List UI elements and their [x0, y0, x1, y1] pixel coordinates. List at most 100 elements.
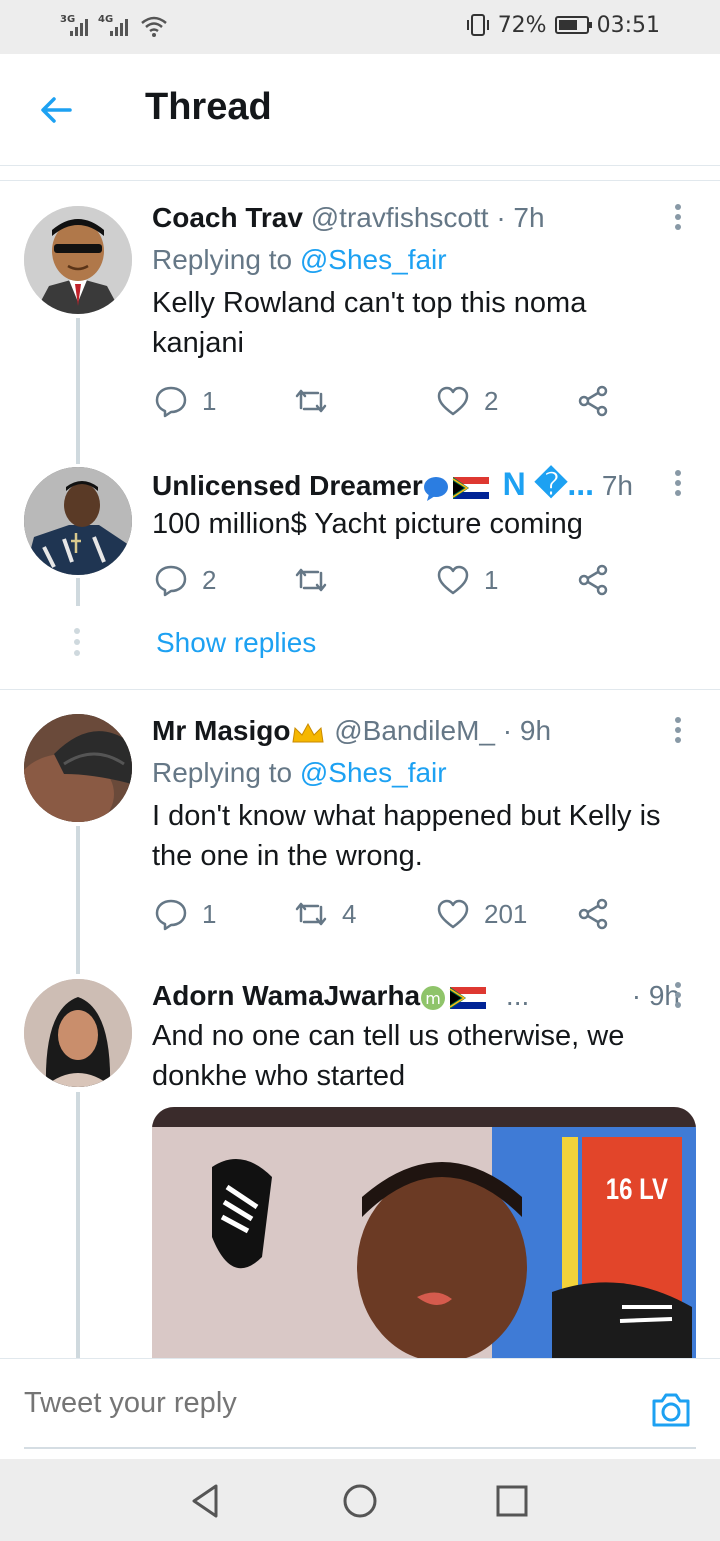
signal-bars-icon — [110, 16, 128, 36]
input-underline — [24, 1447, 696, 1449]
display-name[interactable]: Adorn WamaJwarha — [152, 980, 420, 1011]
tweet-meta: Coach Trav @travfishscott · 7h — [152, 200, 680, 236]
retweet-count: 4 — [342, 898, 357, 929]
avatar[interactable] — [24, 206, 132, 314]
media-overlay-text: 16 LV — [605, 1173, 669, 1206]
replying-link[interactable]: @Shes_fair — [300, 244, 447, 275]
username[interactable]: @travfishscott — [311, 202, 489, 233]
battery-percent: 72% — [497, 12, 547, 38]
retweet-button[interactable]: 4 — [294, 897, 356, 931]
retweet-icon — [295, 902, 327, 926]
nav-recents-icon[interactable] — [492, 1481, 532, 1521]
retweet-button[interactable] — [294, 384, 342, 418]
avatar[interactable] — [24, 714, 132, 822]
reply-button[interactable]: 1 — [154, 384, 216, 418]
name-suffix: ... — [505, 980, 530, 1011]
reply-icon — [155, 565, 187, 597]
system-nav-bar — [0, 1459, 720, 1541]
replying-to: Replying to @Shes_fair — [152, 753, 680, 793]
retweet-icon — [295, 568, 327, 592]
timestamp[interactable]: 7h — [602, 470, 633, 501]
more-options-icon[interactable] — [668, 982, 688, 1012]
heart-icon — [437, 386, 469, 416]
emoji-icons: m — [421, 985, 487, 1010]
replying-to: Replying to @Shes_fair — [152, 240, 680, 280]
clock: 03:51 — [596, 12, 660, 38]
share-icon — [578, 564, 608, 596]
vibrate-icon — [466, 14, 489, 36]
thread-line — [76, 318, 80, 464]
avatar[interactable] — [24, 979, 132, 1087]
emoji-icons — [423, 476, 489, 501]
crown-icon — [292, 722, 325, 743]
divider — [0, 689, 720, 690]
app-header: Thread — [0, 54, 720, 166]
reply-input[interactable] — [24, 1387, 624, 1420]
like-button[interactable]: 201 — [436, 897, 527, 931]
tweet-actions: 2 1 — [152, 563, 622, 603]
display-name[interactable]: Unlicensed Dreamer — [152, 470, 423, 501]
heart-icon — [437, 899, 469, 929]
reply-icon — [155, 386, 187, 418]
tweet-text: 100 million$ Yacht picture coming — [152, 508, 583, 540]
divider — [0, 180, 720, 181]
tweet-media-image[interactable]: 16 LV — [152, 1107, 696, 1359]
reply-count: 2 — [202, 564, 217, 595]
tweet-actions: 1 4 201 — [152, 897, 622, 937]
replying-link[interactable]: @Shes_fair — [300, 757, 447, 788]
share-icon — [578, 385, 608, 417]
nav-back-icon[interactable] — [186, 1481, 226, 1521]
retweet-icon — [295, 389, 327, 413]
signal-bars-icon — [70, 16, 88, 36]
reply-button[interactable]: 2 — [154, 563, 216, 597]
avatar[interactable] — [24, 467, 132, 575]
svg-text:m: m — [425, 989, 441, 1008]
username[interactable]: @BandileM_ — [334, 715, 495, 746]
reply-icon — [155, 899, 187, 931]
reply-button[interactable]: 1 — [154, 897, 216, 931]
reply-composer — [0, 1358, 720, 1458]
thread-line — [76, 826, 80, 974]
share-button[interactable] — [576, 563, 610, 597]
more-options-icon[interactable] — [668, 470, 688, 500]
camera-icon[interactable] — [650, 1389, 692, 1429]
back-arrow-icon[interactable] — [36, 90, 76, 130]
tweet-meta: Adorn WamaJwarha m ... · 9h — [152, 978, 680, 1014]
more-options-icon[interactable] — [668, 204, 688, 234]
replying-label: Replying to — [152, 244, 293, 275]
share-icon — [578, 898, 608, 930]
reply-count: 1 — [202, 898, 217, 929]
status-bar: 3G 4G 72% 03:51 — [0, 0, 720, 54]
like-count: 1 — [484, 564, 499, 595]
retweet-button[interactable] — [294, 563, 342, 597]
more-options-icon[interactable] — [668, 717, 688, 747]
timestamp[interactable]: · 7h — [496, 202, 544, 233]
thread-gap-dots-icon — [74, 628, 82, 661]
display-name[interactable]: Mr Masigo — [152, 715, 290, 746]
nav-home-icon[interactable] — [340, 1481, 380, 1521]
battery-icon — [554, 16, 592, 34]
replying-label: Replying to — [152, 757, 293, 788]
share-button[interactable] — [576, 897, 610, 931]
heart-icon — [437, 565, 469, 595]
like-button[interactable]: 2 — [436, 384, 498, 418]
tweet-meta: Unlicensed Dreamer N �... 7h — [152, 466, 680, 502]
page-title: Thread — [145, 86, 272, 128]
display-name[interactable]: Coach Trav — [152, 202, 303, 233]
wifi-icon — [141, 16, 167, 37]
tweet-actions: 1 2 — [152, 384, 622, 424]
tweet-text: Kelly Rowland can't top this noma kanjan… — [152, 287, 587, 359]
thread-line — [76, 1092, 80, 1358]
timestamp[interactable]: · 9h — [503, 715, 551, 746]
name-suffix: N �... — [502, 466, 595, 502]
share-button[interactable] — [576, 384, 610, 418]
reply-count: 1 — [202, 385, 217, 416]
tweet-text: I don't know what happened but Kelly is … — [152, 800, 661, 872]
tweet-text: And no one can tell us otherwise, we don… — [152, 1020, 625, 1092]
tweet-meta: Mr Masigo @BandileM_ · 9h — [152, 713, 680, 749]
like-count: 2 — [484, 385, 499, 416]
show-replies-link[interactable]: Show replies — [156, 627, 316, 659]
like-count: 201 — [484, 898, 528, 929]
like-button[interactable]: 1 — [436, 563, 498, 597]
thread-line — [76, 578, 80, 606]
